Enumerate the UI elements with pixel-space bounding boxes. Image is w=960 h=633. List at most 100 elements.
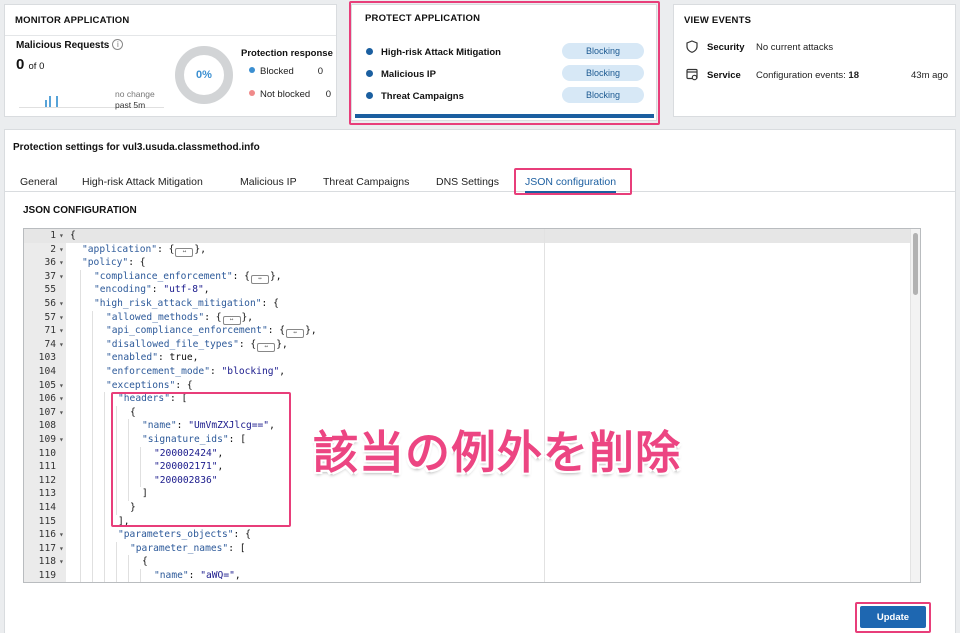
annotation-text: 該当の例外を削除 <box>313 426 682 479</box>
fold-toggle-icon[interactable]: ▾ <box>59 528 64 542</box>
spark-bar <box>49 96 51 107</box>
fold-toggle-icon[interactable]: ▾ <box>59 243 64 257</box>
code-line[interactable]: 71 ▾ "api_compliance_enforcement": {↔}, <box>24 324 904 339</box>
indent-guide <box>116 555 117 569</box>
line-number: 109 <box>38 434 56 445</box>
json-key: "name" <box>154 570 189 581</box>
code-line[interactable]: 2 ▾ "application": {↔}, <box>24 243 904 257</box>
fold-toggle-icon[interactable]: ▾ <box>59 270 64 284</box>
code-line[interactable]: 37 ▾ "compliance_enforcement": {↔}, <box>24 269 904 284</box>
json-string: "utf-8" <box>163 284 204 296</box>
indent-guide <box>80 541 81 556</box>
code-punct: }, <box>194 243 206 255</box>
indent-guide <box>80 297 81 311</box>
indent-guide <box>92 514 93 529</box>
not-blocked-count: 0 <box>325 89 331 100</box>
indent-guide <box>104 419 105 433</box>
code-line[interactable]: 56 ▾ "high_risk_attack_mitigation": { <box>24 297 904 311</box>
no-change-text: no change <box>115 89 155 99</box>
line-number: 74 <box>44 338 56 350</box>
code-text: "encoding": "utf-8", <box>94 283 210 297</box>
fold-toggle-icon[interactable]: ▾ <box>59 555 64 569</box>
editor-scrollbar[interactable] <box>910 229 920 582</box>
line-number: 117 <box>38 542 56 554</box>
line-number: 55 <box>44 284 56 296</box>
indent-guide <box>80 446 81 461</box>
view-events-card: VIEW EVENTS Security No current attacks … <box>673 4 956 117</box>
line-number: 110 <box>38 447 56 459</box>
code-text: "parameter_names": [ <box>130 542 246 556</box>
fold-toggle-icon[interactable]: ▾ <box>59 338 64 352</box>
indent-guide <box>80 365 81 379</box>
line-number: 104 <box>38 366 56 377</box>
monitor-title: MONITOR APPLICATION <box>5 5 336 36</box>
code-punct: : [ <box>228 542 246 554</box>
code-line[interactable]: 55 "encoding": "utf-8", <box>24 283 904 297</box>
code-text: "compliance_enforcement": {↔}, <box>94 270 282 284</box>
fold-toggle-icon[interactable]: ▾ <box>59 229 64 243</box>
indent-guide <box>80 433 81 447</box>
code-line[interactable]: 1 ▾ { <box>24 229 904 243</box>
line-number: 108 <box>38 420 56 432</box>
indent-guide <box>92 378 93 393</box>
fold-toggle-icon[interactable]: ▾ <box>59 256 64 270</box>
monitor-application-card: MONITOR APPLICATION Malicious Requests i … <box>4 4 337 117</box>
fold-toggle-icon[interactable]: ▾ <box>59 311 64 325</box>
json-key: "parameter_names" <box>130 542 229 554</box>
indent-guide <box>104 555 105 569</box>
indent-guide <box>92 337 93 352</box>
json-key: "disallowed_file_types" <box>106 338 239 350</box>
line-number: 57 <box>44 311 56 323</box>
tab-general[interactable]: General <box>20 176 57 188</box>
code-punct: : { <box>232 270 250 282</box>
code-line[interactable]: 117 ▾ "parameter_names": [ <box>24 541 904 556</box>
security-label: Security <box>707 42 745 53</box>
fold-toggle-icon[interactable]: ▾ <box>59 542 64 556</box>
info-icon[interactable]: i <box>112 39 124 50</box>
indent-guide <box>104 446 105 461</box>
indent-guide <box>92 569 93 582</box>
fold-toggle-icon[interactable]: ▾ <box>59 324 64 338</box>
fold-toggle-icon[interactable]: ▾ <box>59 297 64 311</box>
indent-guide <box>80 501 81 515</box>
service-value: Configuration events: 18 <box>756 70 859 81</box>
indent-guide <box>128 555 129 569</box>
json-config-title: JSON CONFIGURATION <box>23 205 137 216</box>
code-text: "parameters_objects": { <box>118 528 251 542</box>
fold-toggle-icon[interactable]: ▾ <box>59 379 64 393</box>
code-line[interactable]: 74 ▾ "disallowed_file_types": {↔}, <box>24 337 904 352</box>
code-line[interactable]: 118 ▾ { <box>24 555 904 569</box>
code-line[interactable]: 116 ▾ "parameters_objects": { <box>24 528 904 542</box>
code-line[interactable]: 103 "enabled": true, <box>24 351 904 365</box>
indent-guide <box>92 446 93 461</box>
tab-high-risk-attack-mitigation[interactable]: High-risk Attack Mitigation <box>82 176 203 188</box>
scrollbar-thumb[interactable] <box>913 233 918 295</box>
indent-guide <box>116 541 117 556</box>
tab-dns-settings[interactable]: DNS Settings <box>436 176 499 188</box>
json-key: "enforcement_mode" <box>106 366 210 377</box>
blocked-row: Blocked 0 <box>249 66 333 77</box>
tab-threat-campaigns[interactable]: Threat Campaigns <box>323 176 409 188</box>
code-line[interactable]: 57 ▾ "allowed_methods": {↔}, <box>24 310 904 325</box>
indent-guide <box>92 501 93 515</box>
indent-guide <box>80 324 81 338</box>
indent-guide <box>92 351 93 365</box>
indent-guide <box>80 555 81 569</box>
past-period-text: past 5m <box>115 100 146 110</box>
code-line[interactable]: 36 ▾ "policy": { <box>24 256 904 270</box>
indent-guide <box>80 378 81 393</box>
indent-guide <box>128 569 129 582</box>
code-line[interactable]: 104 "enforcement_mode": "blocking", <box>24 365 904 379</box>
code-text: "name": "aWQ=", <box>154 569 241 582</box>
protection-response-title: Protection response <box>241 48 333 59</box>
fold-toggle-icon[interactable]: ▾ <box>59 392 64 406</box>
page-title: Protection settings for vul3.usuda.class… <box>13 142 260 153</box>
tab-malicious-ip[interactable]: Malicious IP <box>240 176 297 188</box>
indent-guide <box>104 501 105 515</box>
fold-toggle-icon[interactable]: ▾ <box>59 406 64 420</box>
fold-toggle-icon[interactable]: ▾ <box>59 433 64 447</box>
indent-guide <box>104 392 105 406</box>
service-time: 43m ago <box>911 70 948 81</box>
code-line[interactable]: 105 ▾ "exceptions": { <box>24 378 904 393</box>
code-line[interactable]: 119 "name": "aWQ=", <box>24 569 904 582</box>
